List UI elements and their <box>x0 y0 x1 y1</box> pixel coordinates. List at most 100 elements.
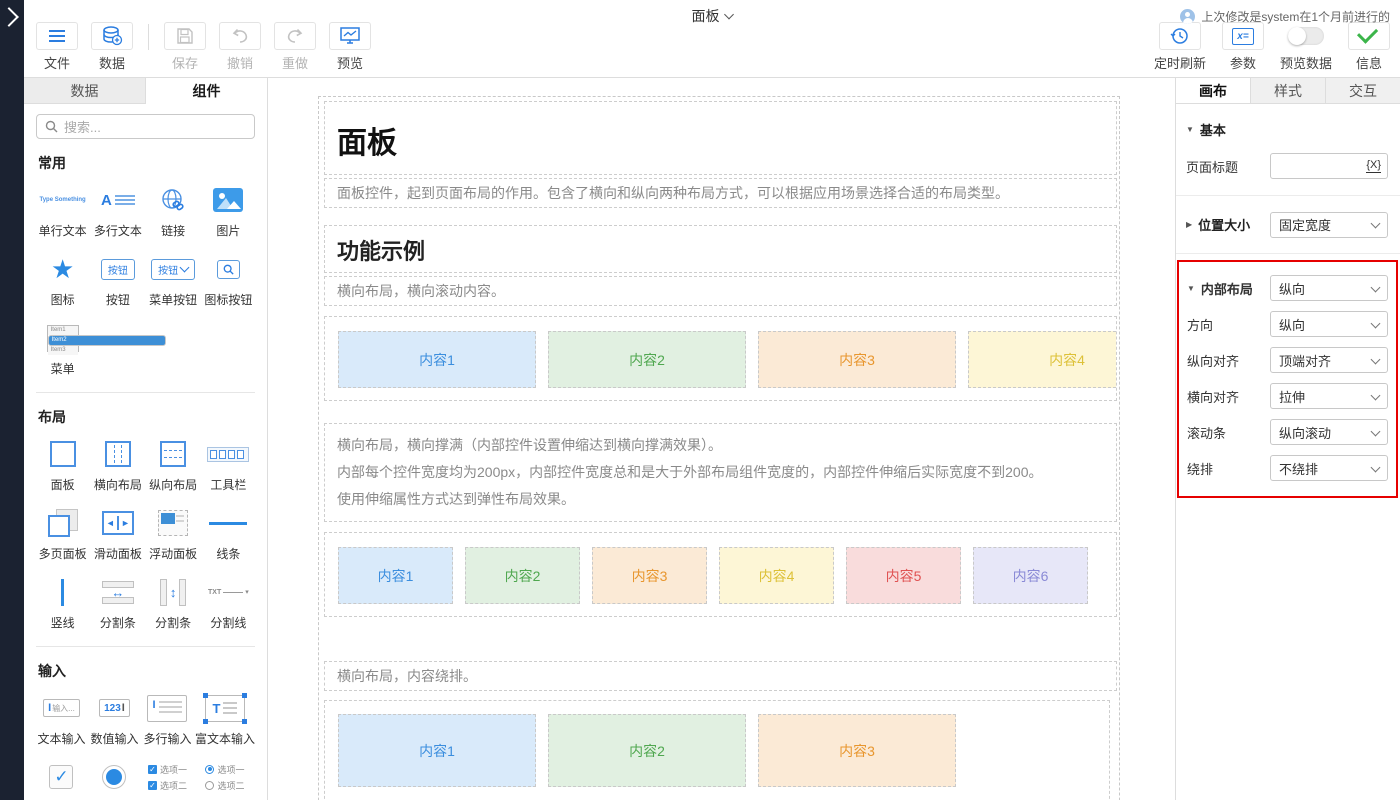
basic-section-header[interactable]: ▼基本 <box>1176 104 1400 139</box>
canvas-section-heading[interactable]: 功能示例 <box>324 225 1117 273</box>
component-divider-line[interactable]: TXT▾ 分割线 <box>202 575 255 631</box>
toolbar-right: 定时刷新 x= 参数 预览数据 <box>1149 22 1392 72</box>
component-h-splitter[interactable]: ↔ 分割条 <box>91 575 144 631</box>
file-button[interactable]: 文件 <box>34 22 80 72</box>
content-box-3[interactable]: 内容3 <box>758 714 956 787</box>
component-float-panel[interactable]: 浮动面板 <box>147 506 200 562</box>
document-title-dropdown[interactable]: 面板 <box>692 6 733 26</box>
component-multi-page-panel[interactable]: 多页面板 <box>36 506 89 562</box>
horizontal-layout-icon <box>105 441 131 467</box>
menu-icon: Item1 Item2 Item3 <box>47 325 79 352</box>
component-multiline-input[interactable]: I 多行输入 <box>142 691 193 747</box>
component-slide-panel[interactable]: ◄► 滑动面板 <box>91 506 144 562</box>
content-box-3[interactable]: 内容3 <box>758 331 956 388</box>
example2-desc-block[interactable]: 横向布局，横向撑满（内部控件设置伸缩达到横向撑满效果）。 内部每个控件宽度均为2… <box>324 423 1117 522</box>
fx-icon[interactable]: {X} <box>1366 159 1381 173</box>
component-radio-panel[interactable]: 选项一 选项二 单选面板 <box>195 760 255 800</box>
example2-row[interactable]: 内容1 内容2 内容3 内容4 内容5 内容6 <box>324 532 1117 617</box>
component-link[interactable]: 链接 <box>147 183 200 239</box>
example3-wrap-row[interactable]: 内容1 内容2 内容3 内容4 内容5 内容6 <box>324 700 1110 800</box>
wrap-select[interactable]: 不绕排 <box>1270 455 1388 481</box>
inner-layout-select[interactable]: 纵向 <box>1270 275 1388 301</box>
canvas-desc-block[interactable]: 面板控件，起到页面布局的作用。包含了横向和纵向两种布局方式，可以根据应用场景选择… <box>324 178 1117 208</box>
expand-chevron-icon[interactable] <box>0 7 19 27</box>
preview-button[interactable]: 预览 <box>327 22 373 72</box>
component-text-input[interactable]: I输入... 文本输入 <box>36 691 87 747</box>
sidebar-body: 搜索... 常用 Type Something 单行文本 A 多行文本 <box>24 104 267 800</box>
content-box-1[interactable]: 内容1 <box>338 547 453 604</box>
chevron-down-icon <box>1371 426 1381 436</box>
direction-select[interactable]: 纵向 <box>1270 311 1388 337</box>
collapse-strip[interactable] <box>0 0 24 800</box>
content-box-1[interactable]: 内容1 <box>338 714 536 787</box>
panel-icon <box>50 441 76 467</box>
component-vertical-layout[interactable]: 纵向布局 <box>147 437 200 493</box>
scrollbar-select[interactable]: 纵向滚动 <box>1270 419 1388 445</box>
toggle-switch-icon[interactable] <box>1288 27 1324 45</box>
content-box-4[interactable]: 内容4 <box>968 331 1117 388</box>
component-menu[interactable]: Item1 Item2 Item3 菜单 <box>36 321 89 377</box>
scheduled-refresh-button[interactable]: 定时刷新 <box>1149 22 1211 72</box>
tab-data[interactable]: 数据 <box>24 78 146 103</box>
search-placeholder: 搜索... <box>64 117 101 136</box>
component-icon[interactable]: ★ 图标 <box>36 252 89 308</box>
content-box-1[interactable]: 内容1 <box>338 331 536 388</box>
vertical-align-select[interactable]: 顶端对齐 <box>1270 347 1388 373</box>
component-multi-line-text[interactable]: A 多行文本 <box>91 183 144 239</box>
component-number-input[interactable]: 123I 数值输入 <box>89 691 140 747</box>
component-image[interactable]: 图片 <box>202 183 255 239</box>
content-box-3[interactable]: 内容3 <box>592 547 707 604</box>
preview-data-toggle[interactable]: 预览数据 <box>1275 22 1337 72</box>
content-box-4[interactable]: 内容4 <box>719 547 834 604</box>
tab-style[interactable]: 样式 <box>1251 78 1326 103</box>
tab-canvas[interactable]: 画布 <box>1176 78 1251 103</box>
position-size-select[interactable]: 固定宽度 <box>1270 212 1388 238</box>
content-box-2[interactable]: 内容2 <box>548 331 746 388</box>
component-menu-button[interactable]: 按钮 菜单按钮 <box>147 252 200 308</box>
search-icon <box>45 120 58 133</box>
component-single-line-text[interactable]: Type Something 单行文本 <box>36 183 89 239</box>
example3-desc-block[interactable]: 横向布局，内容绕排。 <box>324 661 1117 691</box>
page-container[interactable]: 面板 面板控件，起到页面布局的作用。包含了横向和纵向两种布局方式，可以根据应用场… <box>318 96 1120 800</box>
slide-panel-icon: ◄► <box>102 511 134 535</box>
component-button[interactable]: 按钮 按钮 <box>91 252 144 308</box>
component-checkbox-panel[interactable]: ✓选项一 ✓选项二 多选面板 <box>142 760 193 800</box>
component-checkbox[interactable]: ✓ 勾选框 <box>36 760 87 800</box>
component-sidebar: 数据 组件 搜索... 常用 Type So <box>24 78 268 800</box>
layout-grid: 面板 横向布局 纵向布局 工具栏 <box>36 437 255 644</box>
component-horizontal-layout[interactable]: 横向布局 <box>91 437 144 493</box>
page-title-input[interactable]: {X} <box>1270 153 1388 179</box>
content-box-5[interactable]: 内容5 <box>846 547 961 604</box>
component-search-input[interactable]: 搜索... <box>36 114 255 139</box>
component-icon-button[interactable]: 图标按钮 <box>202 252 255 308</box>
horizontal-align-field: 横向对齐 拉伸 <box>1179 378 1396 414</box>
canvas-title-block[interactable]: 面板 <box>324 101 1117 175</box>
data-button[interactable]: 数据 <box>89 22 135 72</box>
component-richtext-input[interactable]: T 富文本输入 <box>195 691 255 747</box>
tab-components[interactable]: 组件 <box>146 78 267 104</box>
info-button[interactable]: 信息 <box>1346 22 1392 72</box>
params-button[interactable]: x= 参数 <box>1220 22 1266 72</box>
tab-interaction[interactable]: 交互 <box>1326 78 1400 103</box>
redo-button[interactable]: 重做 <box>272 22 318 72</box>
input-grid: I输入... 文本输入 123I 数值输入 I 多行输入 T <box>36 691 255 800</box>
component-toolbar[interactable]: 工具栏 <box>202 437 255 493</box>
content-box-6[interactable]: 内容6 <box>973 547 1088 604</box>
component-vertical-line[interactable]: 竖线 <box>36 575 89 631</box>
undo-button[interactable]: 撤销 <box>217 22 263 72</box>
component-v-splitter[interactable]: ↕ 分割条 <box>147 575 200 631</box>
save-button[interactable]: 保存 <box>162 22 208 72</box>
properties-panel: 画布 样式 交互 ▼基本 页面标题 {X} ▶位置大小 <box>1175 78 1400 800</box>
line-icon <box>209 522 247 525</box>
component-radio[interactable]: 单选框 <box>89 760 140 800</box>
horizontal-align-select[interactable]: 拉伸 <box>1270 383 1388 409</box>
multiline-input-icon: I <box>147 695 187 722</box>
example1-row[interactable]: 内容1 内容2 内容3 内容4 <box>324 316 1117 401</box>
content-box-2[interactable]: 内容2 <box>465 547 580 604</box>
content-box-2[interactable]: 内容2 <box>548 714 746 787</box>
design-canvas[interactable]: 面板 面板控件，起到页面布局的作用。包含了横向和纵向两种布局方式，可以根据应用场… <box>268 78 1175 800</box>
example1-desc-block[interactable]: 横向布局，横向滚动内容。 <box>324 276 1117 306</box>
section-common-title: 常用 <box>38 153 255 173</box>
component-line[interactable]: 线条 <box>202 506 255 562</box>
component-panel[interactable]: 面板 <box>36 437 89 493</box>
